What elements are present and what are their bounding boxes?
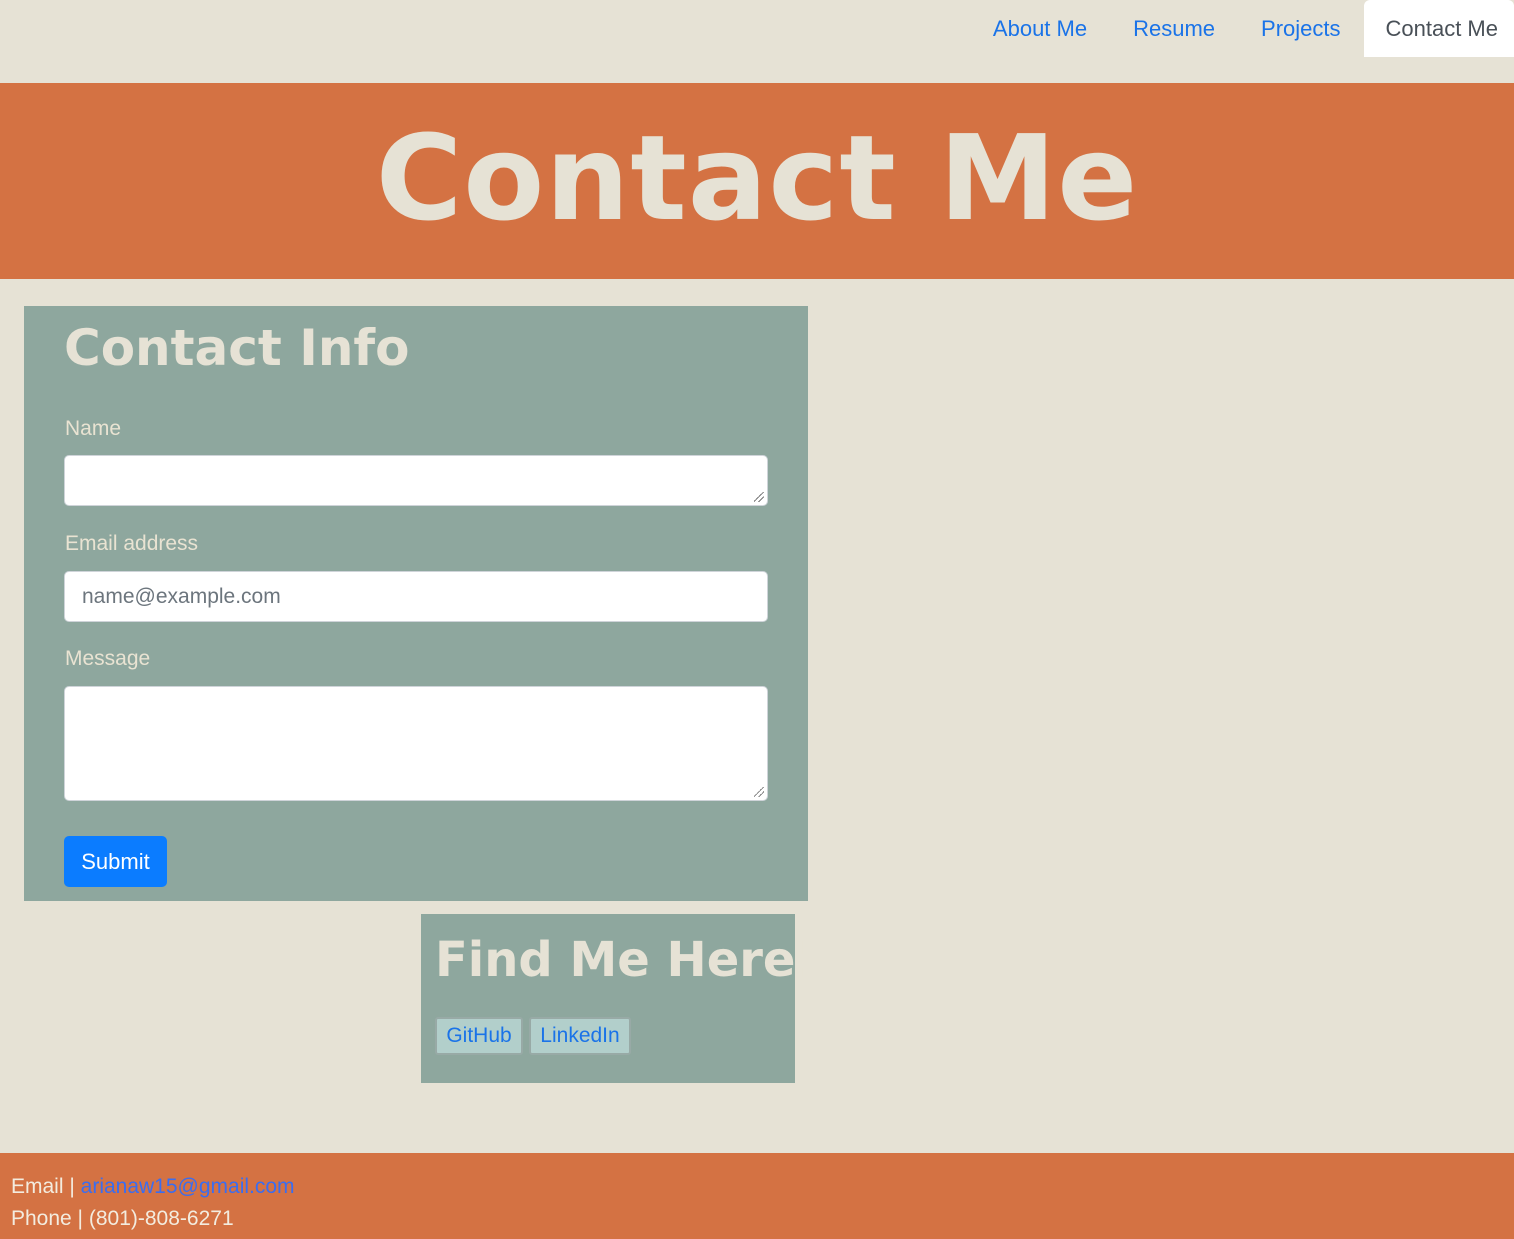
- footer-email-line: Email | arianaw15@gmail.com: [11, 1171, 1503, 1203]
- name-field[interactable]: [64, 455, 768, 506]
- resize-handle-icon[interactable]: [754, 492, 764, 502]
- email-label: Email address: [65, 532, 199, 555]
- name-label: Name: [65, 417, 122, 440]
- nav-about-me[interactable]: About Me: [970, 0, 1110, 57]
- footer-email-link[interactable]: arianaw15@gmail.com: [81, 1175, 295, 1198]
- email-placeholder: name@example.com: [82, 584, 281, 608]
- hero-banner: Contact Me: [0, 83, 1514, 279]
- footer-phone: (801)-808-6271: [88, 1207, 234, 1230]
- footer-phone-line: Phone | (801)-808-6271: [11, 1203, 1503, 1235]
- page: About Me Resume Projects Contact Me Cont…: [0, 0, 1514, 1239]
- email-field[interactable]: name@example.com: [64, 571, 768, 622]
- github-button[interactable]: GitHub: [435, 1017, 523, 1055]
- submit-button[interactable]: Submit: [64, 836, 167, 887]
- contact-info-heading: Contact Info: [64, 319, 410, 377]
- nav-resume[interactable]: Resume: [1110, 0, 1238, 57]
- linkedin-button[interactable]: LinkedIn: [529, 1017, 631, 1055]
- contact-form-card: Contact Info Name Email address name@exa…: [24, 306, 808, 901]
- page-title: Contact Me: [375, 109, 1139, 247]
- footer-phone-prefix: Phone |: [11, 1207, 89, 1230]
- resize-handle-icon[interactable]: [754, 787, 764, 797]
- message-field[interactable]: [64, 686, 768, 801]
- find-me-heading: Find Me Here!: [435, 932, 818, 988]
- footer: Email | arianaw15@gmail.com Phone | (801…: [0, 1153, 1514, 1239]
- nav-projects[interactable]: Projects: [1238, 0, 1363, 57]
- top-nav: About Me Resume Projects Contact Me: [970, 0, 1514, 57]
- message-label: Message: [65, 647, 151, 670]
- footer-email-prefix: Email |: [11, 1175, 81, 1198]
- find-me-card: Find Me Here! GitHub LinkedIn: [421, 914, 817, 1083]
- nav-contact-me[interactable]: Contact Me: [1363, 0, 1514, 57]
